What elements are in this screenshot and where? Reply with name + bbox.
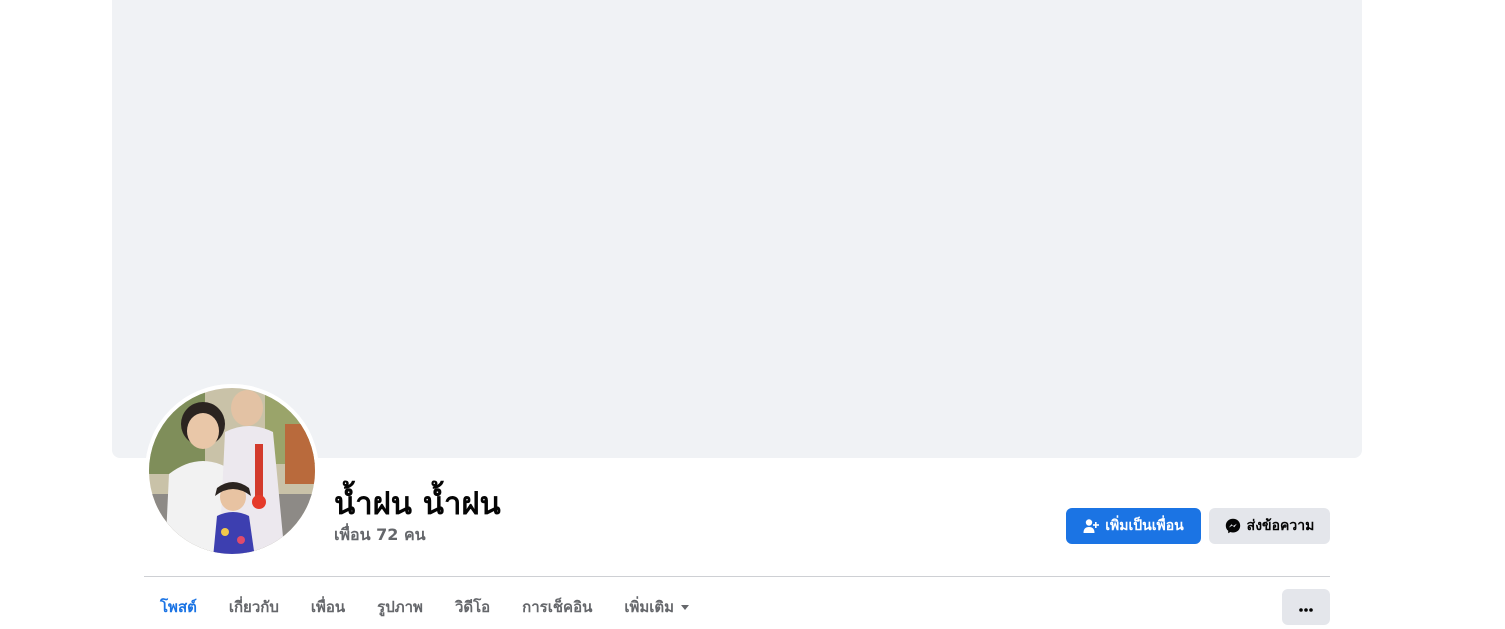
- divider: [144, 576, 1330, 577]
- message-button[interactable]: ส่งข้อความ: [1209, 508, 1330, 544]
- person-add-icon: [1083, 518, 1100, 534]
- caret-down-icon: [680, 598, 690, 616]
- tab-posts[interactable]: โพสต์: [144, 586, 213, 628]
- tab-label: เพื่อน: [310, 598, 346, 616]
- tab-label: วิดีโอ: [454, 598, 491, 616]
- tab-checkins[interactable]: การเช็คอิน: [506, 586, 608, 628]
- friends-count[interactable]: เพื่อน 72 คน: [334, 523, 426, 548]
- tab-friends[interactable]: เพื่อน: [295, 586, 361, 628]
- tab-label: โพสต์: [160, 598, 197, 616]
- add-friend-label: เพิ่มเป็นเพื่อน: [1105, 518, 1184, 534]
- profile-name: น้ำฝน น้ำฝน: [334, 486, 501, 522]
- more-options-button[interactable]: [1282, 589, 1330, 625]
- cover-photo-area[interactable]: [112, 0, 1362, 458]
- tab-label: รูปภาพ: [377, 598, 423, 616]
- tab-more[interactable]: เพิ่มเติม: [608, 586, 706, 628]
- messenger-icon: [1225, 518, 1241, 534]
- message-label: ส่งข้อความ: [1246, 518, 1315, 534]
- tab-label: เพิ่มเติม: [624, 598, 675, 616]
- profile-tabs: โพสต์ เกี่ยวกับ เพื่อน รูปภาพ วิดีโอ การ…: [144, 586, 706, 628]
- tab-videos[interactable]: วิดีโอ: [439, 586, 506, 628]
- tab-label: การเช็คอิน: [522, 598, 593, 616]
- tab-label: เกี่ยวกับ: [228, 598, 279, 616]
- profile-picture[interactable]: [145, 384, 319, 558]
- add-friend-button[interactable]: เพิ่มเป็นเพื่อน: [1066, 508, 1201, 544]
- ellipsis-icon: [1298, 598, 1314, 617]
- tab-about[interactable]: เกี่ยวกับ: [213, 586, 295, 628]
- tab-photos[interactable]: รูปภาพ: [361, 586, 439, 628]
